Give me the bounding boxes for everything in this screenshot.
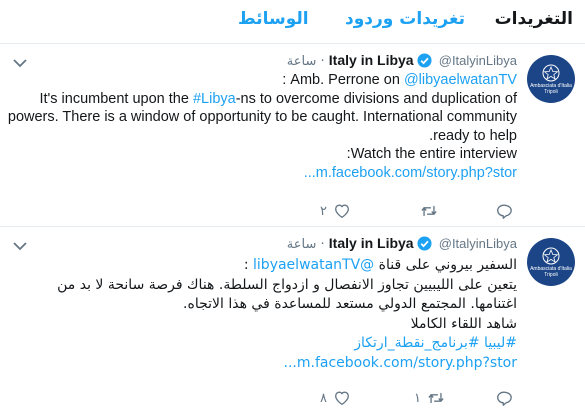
profile-tabs: التغريدات تغريدات وردود الوسائط — [0, 0, 585, 44]
tweet-actions: ١ ٨ — [12, 388, 522, 408]
emblem-icon — [542, 247, 560, 265]
tweet-header: Italy in Libya @ItalyinLibya · ساعة — [287, 52, 517, 69]
tweet-actions: ٢ — [12, 201, 522, 221]
tab-tweets[interactable]: التغريدات — [495, 9, 573, 29]
url-link[interactable]: m.facebook.com/story.php?stor... — [7, 164, 517, 183]
retweet-icon — [428, 392, 444, 404]
text: -ns to overcome divisions and duplicatio… — [235, 90, 517, 107]
tweet-line: Amb. Perrone on @libyaelwatanTV : — [7, 71, 517, 90]
handle[interactable]: @ItalyinLibya — [439, 236, 517, 251]
heart-icon — [335, 391, 349, 405]
verified-badge-icon — [417, 53, 432, 68]
tweet-line: It's incumbent upon the #Libya-ns to ove… — [7, 90, 517, 109]
tweet-line: ready to help. — [429, 127, 517, 144]
mention-link[interactable]: @libyaelwatanTV — [404, 72, 517, 88]
like-button[interactable]: ٢ — [320, 201, 351, 221]
chevron-down-icon[interactable] — [12, 57, 28, 69]
hashtag-link[interactable]: #ليبيا #برنامج_نقطة_ارتكاز — [7, 334, 517, 354]
reply-icon — [497, 391, 512, 406]
reply-button[interactable] — [495, 388, 519, 408]
avatar[interactable]: Ambasciata d'Italia Tripoli — [527, 238, 575, 286]
avatar[interactable]: Ambasciata d'Italia Tripoli — [527, 55, 575, 103]
avatar-text: Tripoli — [544, 89, 558, 95]
tweet-line: اغتنامها. المجتمع الدولي مستعد للمساعدة … — [183, 296, 517, 312]
mention-link[interactable]: @libyaelwatanTV — [253, 257, 374, 273]
tab-tweets-and-replies[interactable]: تغريدات وردود — [345, 9, 465, 29]
retweet-button[interactable] — [414, 201, 438, 221]
heart-icon — [335, 204, 349, 218]
tweet-line: Watch the entire interview: — [346, 146, 517, 162]
handle[interactable]: @ItalyinLibya — [439, 53, 517, 68]
text: السفير بيروني على قناة — [374, 257, 517, 273]
avatar-text: Tripoli — [544, 272, 558, 278]
reply-button[interactable] — [495, 201, 519, 221]
verified-badge-icon — [417, 236, 432, 251]
tweet-header: Italy in Libya @ItalyinLibya · ساعة — [287, 235, 517, 252]
tweet-line: يتعين على الليبيين تجاوز الانفصال و ازدو… — [57, 276, 517, 293]
retweet-button[interactable]: ١ — [414, 388, 445, 408]
tweet[interactable]: Ambasciata d'Italia Tripoli Italy in Lib… — [0, 45, 585, 227]
like-button[interactable]: ٨ — [320, 388, 351, 408]
text: It's incumbent upon the — [39, 90, 193, 107]
timestamp[interactable]: ساعة — [287, 237, 317, 252]
like-count: ٢ — [320, 203, 327, 219]
separator-dot: · — [320, 54, 325, 69]
display-name[interactable]: Italy in Libya — [329, 235, 414, 251]
reply-icon — [497, 204, 512, 219]
tweet-line: شاهد اللقاء الكاملا — [410, 315, 517, 332]
emblem-icon — [542, 64, 560, 82]
url-link[interactable]: m.facebook.com/story.php?stor... — [7, 354, 517, 374]
separator-dot: · — [320, 237, 325, 252]
text: Amb. Perrone on — [290, 72, 404, 88]
retweet-count: ١ — [414, 390, 421, 406]
chevron-down-icon[interactable] — [12, 240, 28, 252]
tweet-text: Amb. Perrone on @libyaelwatanTV : It's i… — [7, 71, 517, 182]
retweet-icon — [421, 205, 437, 217]
display-name[interactable]: Italy in Libya — [329, 52, 414, 68]
tweet-line: السفير بيروني على قناة @libyaelwatanTV : — [7, 256, 517, 276]
tweet[interactable]: Ambasciata d'Italia Tripoli Italy in Lib… — [0, 228, 585, 417]
tab-media[interactable]: الوسائط — [238, 9, 309, 29]
text: : — [243, 257, 254, 273]
tweet-text: السفير بيروني على قناة @libyaelwatanTV :… — [7, 256, 517, 373]
like-count: ٨ — [320, 390, 327, 406]
timestamp[interactable]: ساعة — [287, 54, 317, 69]
tweet-line: powers. There is a window of opportunity… — [7, 109, 517, 125]
hashtag-link[interactable]: #Libya — [193, 91, 236, 107]
